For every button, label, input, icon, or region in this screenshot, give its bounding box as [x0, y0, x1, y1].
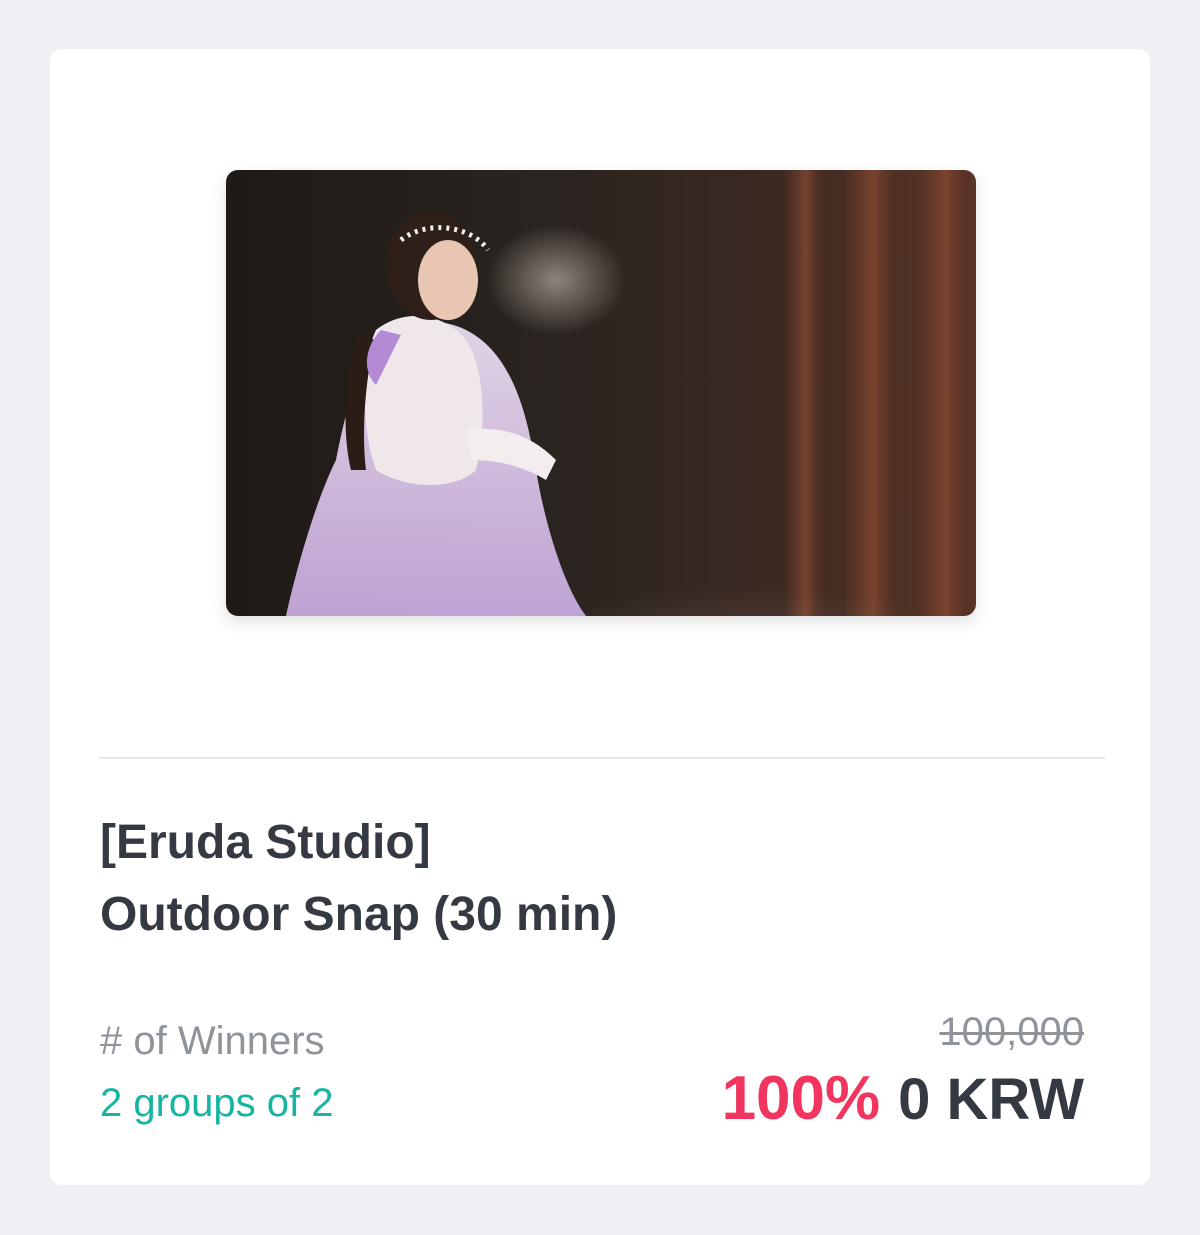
- product-image[interactable]: [226, 170, 976, 616]
- product-card[interactable]: [Eruda Studio] Outdoor Snap (30 min) # o…: [50, 49, 1150, 1185]
- winners-value: 2 groups of 2: [100, 1081, 334, 1125]
- winners-label: # of Winners: [100, 1019, 325, 1063]
- product-title[interactable]: [Eruda Studio] Outdoor Snap (30 min): [100, 807, 1100, 951]
- price-block: 100,000 100% 0 KRW: [722, 1007, 1084, 1149]
- section-divider: [99, 757, 1105, 759]
- original-price: 100,000: [939, 1010, 1084, 1054]
- discount-rate: 100%: [721, 1064, 881, 1133]
- product-title-line1: [Eruda Studio]: [100, 816, 431, 869]
- final-price: 0 KRW: [898, 1067, 1084, 1132]
- product-title-line2: Outdoor Snap (30 min): [100, 888, 618, 941]
- price-row: 100% 0 KRW: [722, 1065, 1084, 1149]
